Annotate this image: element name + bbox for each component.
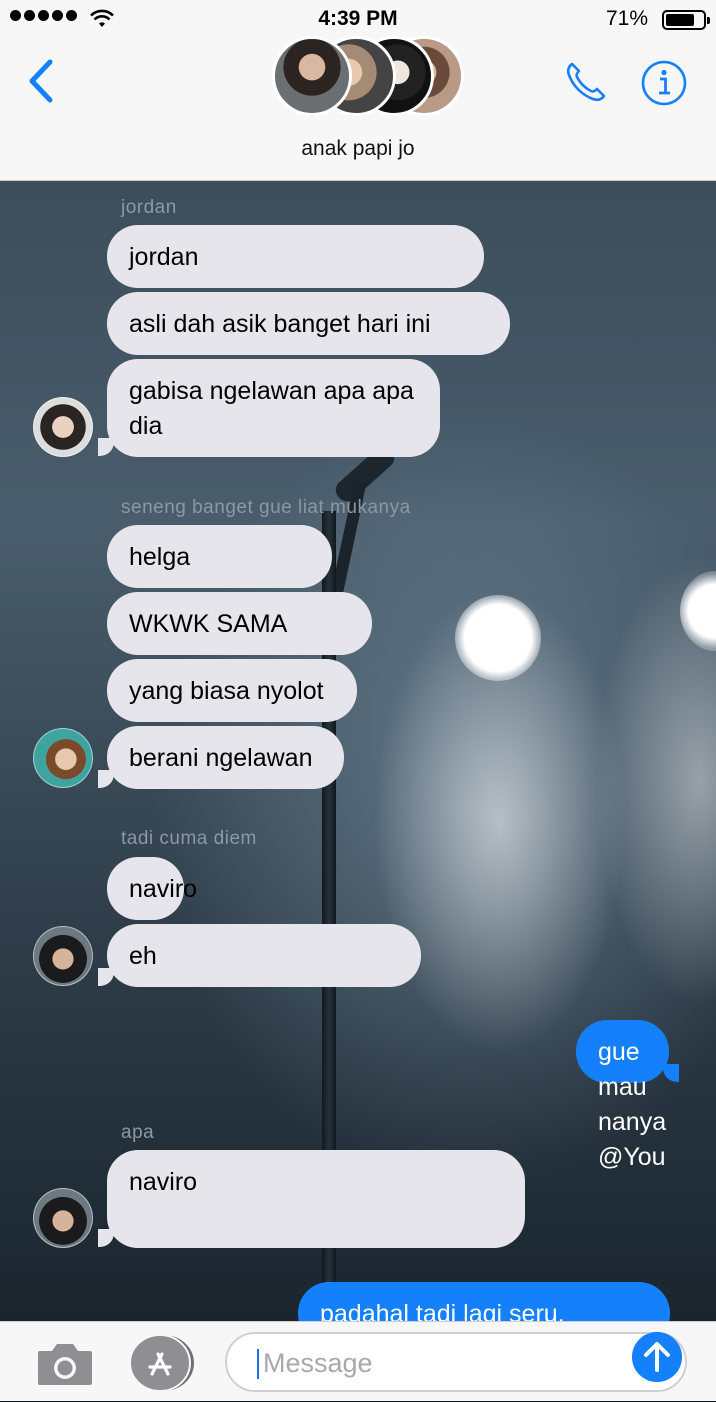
battery-percentage: 71% [605,7,648,30]
avatar-naviro[interactable] [33,926,93,986]
stage-light [455,595,541,681]
message-bubble[interactable]: helga [107,525,332,588]
conversation-header: 4:39 PM 71% anak papi jo [0,0,716,181]
message-composer: Message [0,1321,716,1401]
avatar [272,36,352,116]
message-bubble[interactable]: gabisa ngelawan apa apa dia [107,359,440,457]
avatar-jordan[interactable] [33,397,93,457]
message-bubble[interactable]: jordan [107,225,484,288]
stage-light [680,571,716,651]
camera-icon[interactable] [36,1341,94,1387]
group-avatar-stack[interactable] [272,36,464,120]
phone-icon[interactable] [562,58,610,106]
sender-name: seneng banget gue liat mukanya [121,497,411,518]
message-bubble[interactable]: berani ngelawan [107,726,344,789]
battery-icon [662,10,710,30]
app-store-icon[interactable] [130,1334,194,1392]
message-bubble[interactable]: eh [107,924,421,987]
message-input[interactable]: Message [225,1332,687,1392]
group-name[interactable]: anak papi jo [0,137,716,161]
avatar-naviro[interactable] [33,1188,93,1248]
message-bubble[interactable]: yang biasa nyolot [107,659,357,722]
message-bubble[interactable]: naviro [107,1150,525,1248]
text-caret [257,1349,259,1379]
sender-name: jordan [121,197,177,218]
message-bubble[interactable]: WKWK SAMA [107,592,372,655]
status-bar: 4:39 PM 71% [0,4,716,32]
message-bubble[interactable]: naviro [107,857,197,920]
message-placeholder: Message [263,1348,373,1378]
sender-name: tadi cuma diem [121,828,257,849]
chevron-left-icon[interactable] [26,58,56,104]
send-arrow-icon[interactable] [632,1332,682,1382]
message-bubble-outgoing[interactable]: gue mau nanya @You [576,1020,669,1171]
info-icon[interactable] [640,59,688,107]
avatar-helga[interactable] [33,728,93,788]
sender-name: apa [121,1122,155,1143]
message-bubble[interactable]: asli dah asik banget hari ini [107,292,510,355]
